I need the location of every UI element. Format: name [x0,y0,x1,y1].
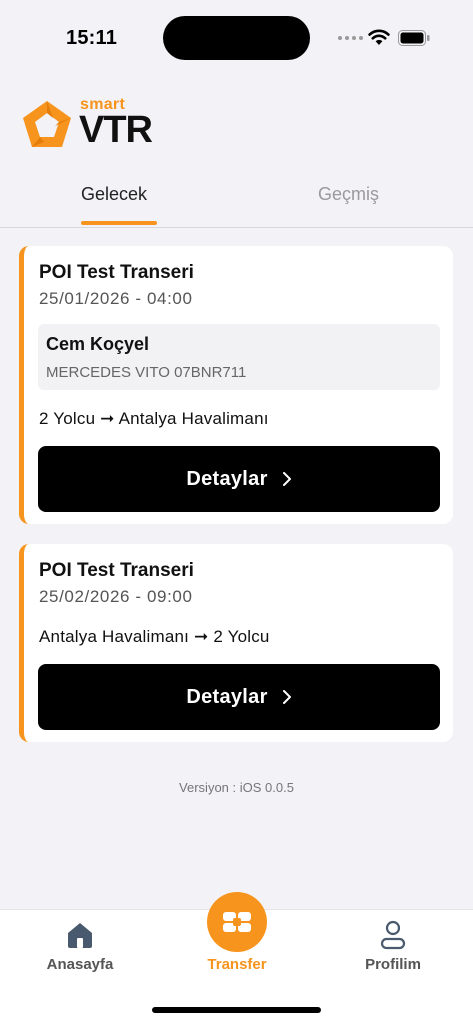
tab-upcoming[interactable]: Gelecek [81,184,147,205]
active-tab-indicator [81,221,157,225]
transfer-card: POI Test Transeri 25/02/2026 - 09:00 Ant… [19,544,453,742]
tab-past[interactable]: Geçmiş [318,184,379,205]
details-button[interactable]: Detaylar [38,664,440,730]
home-icon [68,923,92,948]
transfer-title: POI Test Transeri [39,560,194,581]
transfer-button-circle [207,892,267,952]
details-button-label: Detaylar [186,685,268,708]
chevron-right-icon [282,690,291,704]
nav-home-label: Anasayfa [46,956,114,973]
nav-profile[interactable]: Profilim [333,910,453,1000]
profile-icon [380,920,406,950]
status-bar: 15:11 [0,0,473,80]
transfer-route: Antalya Havalimanı ➞ 2 Yolcu [39,627,270,646]
driver-info-box: Cem Koçyel MERCEDES VITO 07BNR711 [38,324,440,390]
transfer-tabs: Gelecek Geçmiş [0,172,473,228]
app-version: Versiyon : iOS 0.0.5 [179,780,294,795]
chevron-right-icon [282,472,291,486]
transfers-screen: 15:11 smart VTR Gelecek Geçmiş POI Test … [0,0,473,1024]
vehicle-info: MERCEDES VITO 07BNR711 [46,364,247,381]
transfer-date: 25/02/2026 - 09:00 [39,587,193,606]
transfer-icon [223,912,251,932]
smart-vtr-logo: smart VTR [20,96,160,156]
wifi-icon [368,29,390,45]
details-button[interactable]: Detaylar [38,446,440,512]
transfer-route: 2 Yolcu ➞ Antalya Havalimanı [39,409,269,428]
nav-profile-label: Profilim [365,956,421,973]
nav-transfer-label: Transfer [207,956,267,973]
status-time: 15:11 [66,27,118,49]
logo-brand-text: VTR [79,109,153,151]
driver-name: Cem Koçyel [46,334,150,354]
cellular-signal-icon [338,36,363,40]
transfer-card: POI Test Transeri 25/01/2026 - 04:00 Cem… [19,246,453,524]
home-indicator [152,1007,321,1013]
nav-transfer[interactable]: Transfer [177,892,297,1000]
dynamic-island [163,16,310,60]
details-button-label: Detaylar [186,467,268,490]
transfer-title: POI Test Transeri [39,262,194,283]
nav-home[interactable]: Anasayfa [20,910,140,1000]
transfer-date: 25/01/2026 - 04:00 [39,289,193,308]
logo-mark-icon [23,101,71,147]
battery-icon [398,30,430,46]
